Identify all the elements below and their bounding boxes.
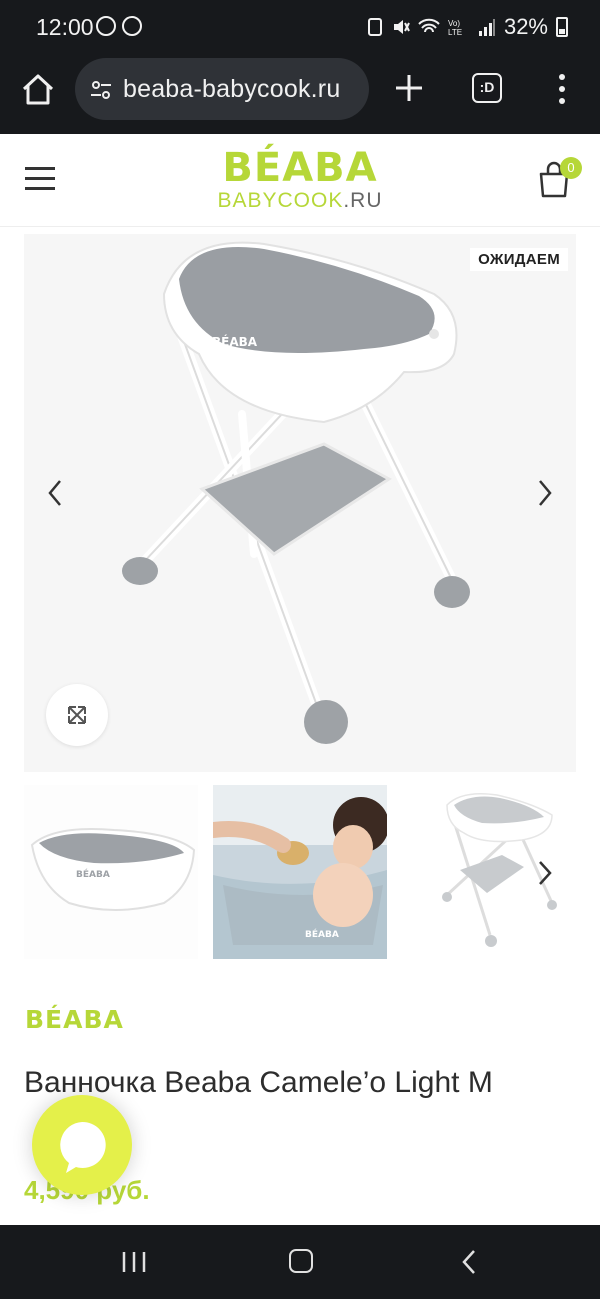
- svg-text:Vo): Vo): [448, 19, 460, 28]
- system-nav-bar: [0, 1225, 600, 1299]
- chevron-right-icon[interactable]: [536, 859, 554, 887]
- cart-count-badge: 0: [560, 157, 582, 179]
- status-badge: ОЖИДАЕМ: [470, 248, 568, 271]
- back-icon[interactable]: [460, 1248, 478, 1276]
- system-icons: Vo) LTE 32%: [366, 14, 568, 40]
- menu-icon[interactable]: [25, 167, 55, 191]
- logo-wordmark: BÉABA: [222, 145, 378, 191]
- thumbnail-tub-image: BÉABA: [30, 828, 196, 911]
- expand-icon: [68, 706, 86, 724]
- tabs-button[interactable]: :D: [472, 73, 502, 103]
- wifi-icon: [418, 18, 440, 33]
- notification-icons: [96, 16, 142, 36]
- chevron-right-icon[interactable]: [534, 476, 556, 510]
- brand-logo[interactable]: BÉABA: [25, 1005, 124, 1034]
- thumbnail-2[interactable]: BÉABA: [213, 785, 387, 959]
- thumbnail-strip: BÉABA BÉABA: [24, 785, 600, 959]
- chat-bubble-icon: [60, 1121, 106, 1173]
- battery-percent: 32%: [503, 14, 548, 39]
- thumbnail-baby-bath-image: BÉABA: [213, 785, 387, 959]
- volte-icon: Vo)LTE: [448, 19, 462, 37]
- address-bar[interactable]: beaba-babycook.ru: [75, 58, 369, 120]
- svg-text:BÉABA: BÉABA: [305, 928, 339, 940]
- check-circle-icon: [122, 16, 142, 36]
- site-header: BÉABA BABYCOOK.RU: [0, 134, 600, 227]
- home-nav-icon[interactable]: [289, 1249, 313, 1273]
- svg-text:BÉABA: BÉABA: [76, 868, 110, 880]
- url-text[interactable]: beaba-babycook.ru: [123, 75, 340, 104]
- battery-icon: [556, 17, 568, 37]
- site-logo[interactable]: BÉABA BABYCOOK.RU: [205, 146, 395, 212]
- status-bar: 12:00 Vo) LTE 32%: [0, 0, 600, 56]
- new-tab-icon[interactable]: [393, 72, 425, 104]
- more-menu-icon[interactable]: [556, 72, 568, 106]
- site-settings-icon[interactable]: [89, 78, 113, 102]
- status-time: 12:00: [36, 14, 94, 40]
- sync-icon: [367, 18, 382, 36]
- chevron-left-icon[interactable]: [44, 476, 66, 510]
- browser-toolbar: beaba-babycook.ru :D: [0, 56, 600, 134]
- svg-text:BÉABA: BÉABA: [212, 334, 258, 349]
- product-gallery[interactable]: BÉABA ОЖИДАЕМ: [24, 234, 576, 772]
- chat-button[interactable]: [32, 1095, 132, 1195]
- home-icon[interactable]: [20, 72, 56, 108]
- zoom-button[interactable]: [46, 684, 108, 746]
- ball-icon: [96, 16, 116, 36]
- mute-icon: [393, 20, 410, 34]
- thumbnail-1[interactable]: BÉABA: [24, 785, 198, 959]
- signal-icon: [478, 19, 495, 36]
- svg-text:LTE: LTE: [448, 28, 462, 37]
- recent-apps-icon[interactable]: [121, 1250, 147, 1274]
- logo-domain: BABYCOOK.RU: [217, 189, 383, 212]
